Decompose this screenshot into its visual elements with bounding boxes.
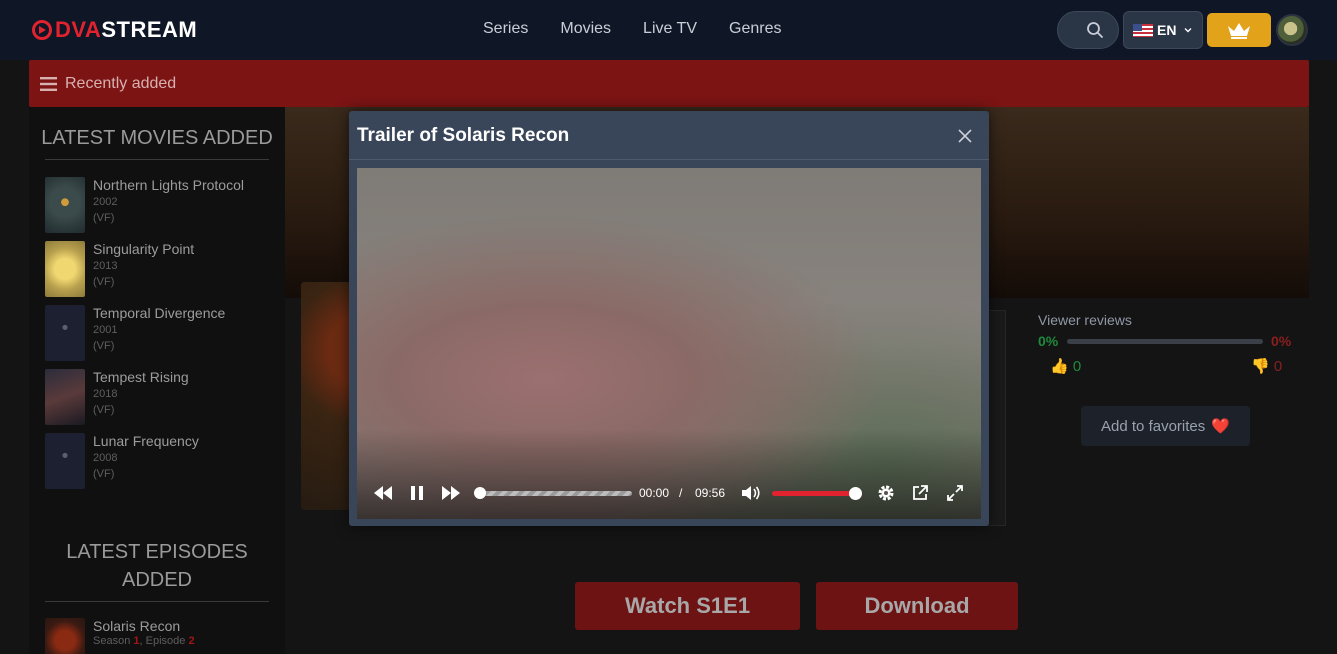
nav-live-tv[interactable]: Live TV [643,20,697,38]
episode-label: Episode [145,635,186,647]
episode-thumbnail [45,618,85,654]
controls-gradient [357,429,981,519]
nav-genres[interactable]: Genres [729,20,781,38]
divider [45,601,269,602]
movie-thumbnail [45,241,85,297]
favorites-label: Add to favorites [1101,417,1206,435]
premium-button[interactable] [1207,13,1271,47]
volume-icon[interactable] [741,484,761,502]
volume-handle[interactable] [849,487,862,500]
movie-title: Tempest Rising [93,369,189,385]
play-logo-icon [32,20,52,40]
like-count: 0 [1072,358,1082,375]
latest-episodes-heading-line1: LATEST EPISODES [66,541,248,563]
movie-language: (VF) [93,212,115,224]
settings-gear-icon[interactable] [877,484,895,502]
close-icon[interactable] [957,128,973,144]
divider [349,159,989,160]
nav-movies[interactable]: Movies [560,20,611,38]
thumbs-down-icon: 👎 [1251,358,1270,375]
movie-language: (VF) [93,404,115,416]
season-number: 1 [133,635,140,647]
movie-year: 2018 [93,388,118,400]
movie-thumbnail [45,305,85,361]
movie-thumbnail [45,369,85,425]
language-label: EN [1157,22,1177,38]
movie-list-item[interactable]: Northern Lights Protocol 2002 (VF) [45,177,244,233]
duration: 09:56 [695,486,726,500]
movie-thumbnail [45,177,85,233]
episode-list-item[interactable]: Solaris Recon Season 1, Episode 2 [45,618,195,654]
pause-icon[interactable] [409,484,425,502]
recently-added-banner[interactable]: Recently added [29,60,1309,107]
current-time: 00:00 [639,486,670,500]
movie-list-item[interactable]: Temporal Divergence 2001 (VF) [45,305,225,361]
site-logo[interactable]: DVA STREAM [32,17,197,43]
movie-year: 2001 [93,324,118,336]
movie-language: (VF) [93,468,115,480]
episode-number: 2 [188,635,195,647]
progress-handle[interactable] [474,487,486,499]
movie-language: (VF) [93,276,115,288]
time-separator: / [679,486,683,500]
rewind-icon[interactable] [373,484,393,502]
logo-text-part2: STREAM [101,17,198,42]
banner-label: Recently added [65,74,177,92]
top-navigation-bar: DVA STREAM Series Movies Live TV Genres E… [0,0,1337,60]
latest-episodes-heading: LATEST EPISODES ADDED [29,538,285,594]
download-button[interactable]: Download [816,582,1018,630]
movie-year: 2013 [93,260,118,272]
crown-icon [1228,23,1250,39]
thumbs-up-icon: 👍 [1050,358,1069,375]
watch-button[interactable]: Watch S1E1 [575,582,800,630]
episode-title: Solaris Recon [93,618,181,634]
movie-thumbnail [45,433,85,489]
fast-forward-icon[interactable] [441,484,461,502]
movie-title: Singularity Point [93,241,195,257]
dislike-count: 0 [1273,358,1283,375]
rating-bar [1067,339,1263,344]
episode-meta: Season 1, Episode 2 [93,635,195,647]
modal-title: Trailer of Solaris Recon [357,125,570,146]
language-selector[interactable]: EN [1123,11,1203,49]
chevron-down-icon [1184,28,1192,33]
us-flag-icon [1133,23,1153,37]
heart-icon: ❤️ [1211,418,1230,435]
movie-language: (VF) [93,340,115,352]
menu-icon [40,76,57,91]
movie-title: Northern Lights Protocol [93,177,244,193]
viewer-reviews-label: Viewer reviews [1038,312,1132,328]
movie-title: Lunar Frequency [93,433,199,449]
progress-bar[interactable] [480,491,632,496]
latest-episodes-heading-line2: ADDED [121,569,192,591]
logo-text-part1: DVA [55,17,102,42]
movie-title: Temporal Divergence [93,305,226,321]
video-player[interactable]: 00:00 / 09:56 [357,168,981,519]
popout-icon[interactable] [911,484,929,502]
search-icon [1087,22,1103,38]
trailer-modal: Trailer of Solaris Recon 00:00 / 09:56 [349,111,989,526]
positive-percent: 0% [1038,333,1059,349]
volume-slider[interactable] [772,491,856,496]
negative-percent: 0% [1271,333,1292,349]
movie-list-item[interactable]: Singularity Point 2013 (VF) [45,241,194,297]
latest-movies-heading: LATEST MOVIES ADDED [41,127,273,149]
user-avatar[interactable] [1276,14,1308,46]
season-label: Season [93,635,131,647]
movie-year: 2008 [93,452,118,464]
divider [45,159,269,160]
main-nav: Series Movies Live TV Genres [483,20,781,38]
search-button[interactable] [1057,11,1119,49]
dislike-button[interactable]: 👎 0 [1251,357,1282,375]
add-to-favorites-button[interactable]: Add to favorites ❤️ [1081,406,1250,446]
nav-series[interactable]: Series [483,20,528,38]
fullscreen-icon[interactable] [946,484,964,502]
movie-list-item[interactable]: Lunar Frequency 2008 (VF) [45,433,199,489]
movie-year: 2002 [93,196,118,208]
movie-list-item[interactable]: Tempest Rising 2018 (VF) [45,369,189,425]
like-button[interactable]: 👍 0 [1050,357,1081,375]
sidebar: LATEST MOVIES ADDED Northern Lights Prot… [29,107,285,654]
